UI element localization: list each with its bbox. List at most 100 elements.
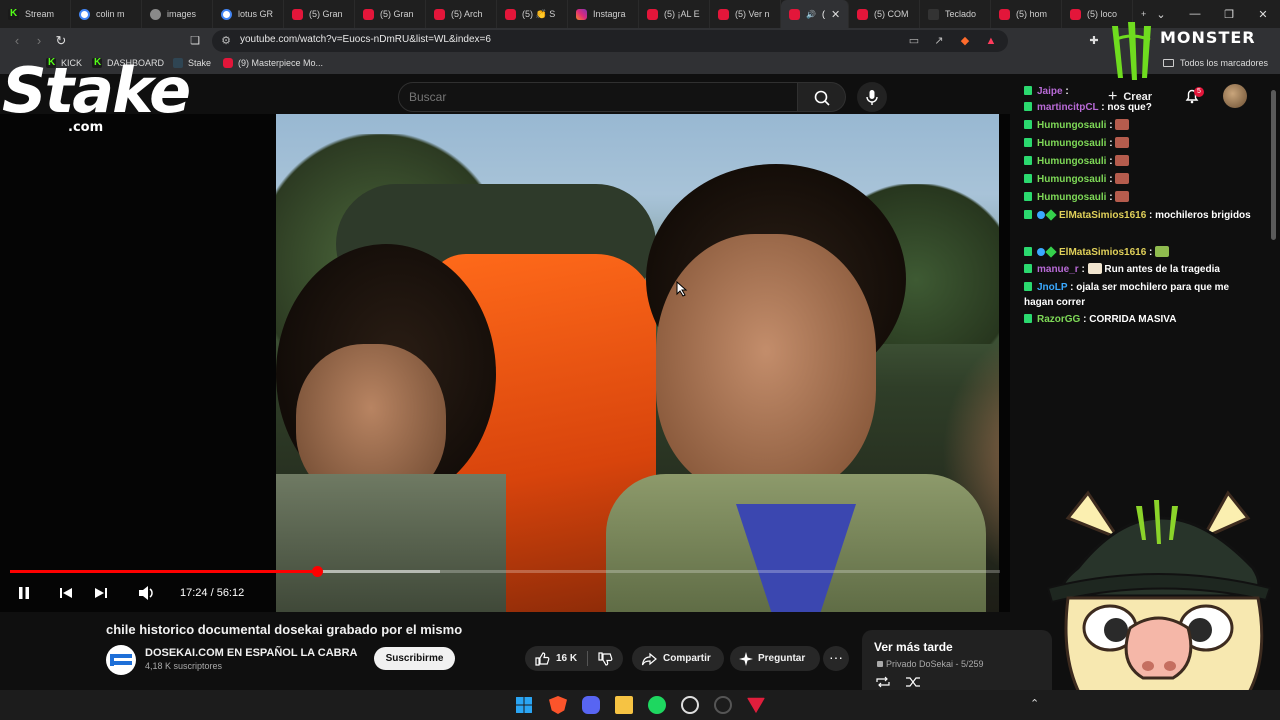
progress-bar[interactable] — [10, 566, 1000, 577]
chat-message: Humungosauli : — [1024, 154, 1256, 169]
browser-tab-label: ( — [821, 9, 825, 19]
app-icon[interactable] — [714, 696, 732, 714]
progress-scrubber[interactable] — [311, 566, 323, 577]
brave-shield-icon[interactable]: ◆ — [959, 35, 971, 47]
ask-button[interactable]: Preguntar — [730, 646, 820, 671]
browser-tab[interactable]: (5) ¡AL E — [639, 0, 710, 28]
youtube-icon — [434, 8, 445, 20]
browser-tab[interactable]: (5) Ver n — [710, 0, 781, 28]
url-text[interactable]: youtube.com/watch?v=Euocs-nDmRU&list=WL&… — [240, 34, 491, 45]
address-bar[interactable]: ⚙ youtube.com/watch?v=Euocs-nDmRU&list=W… — [212, 30, 1008, 52]
site-settings-icon[interactable]: ⚙ — [220, 35, 232, 47]
brave-rewards-icon[interactable]: ▲ — [985, 35, 997, 47]
search-box[interactable] — [398, 82, 798, 112]
chat-username[interactable]: Humungosauli — [1037, 192, 1106, 203]
obs-icon[interactable] — [681, 696, 699, 714]
youtube-icon — [292, 8, 303, 20]
browser-tab[interactable]: (5) Gran — [355, 0, 426, 28]
browser-tab[interactable]: (5) Gran — [284, 0, 355, 28]
search-icon — [814, 90, 830, 106]
loop-icon[interactable] — [875, 676, 891, 688]
youtube-icon — [647, 8, 658, 20]
video-frame[interactable] — [276, 114, 999, 612]
monster-logo-word: MONSTER — [1160, 28, 1256, 47]
browser-tab[interactable]: Instagra — [568, 0, 639, 28]
watch-later-playlist-panel: Ver más tarde Privado DoSekai - 5/259 — [862, 630, 1052, 690]
audio-playing-icon[interactable]: 🔊 — [806, 10, 816, 19]
chat-emote-icon — [1115, 191, 1130, 202]
like-icon[interactable] — [534, 651, 550, 667]
browser-tab[interactable]: (5) Arch — [426, 0, 497, 28]
next-button[interactable] — [92, 584, 110, 602]
channel-name[interactable]: DOSEKAI.COM EN ESPAÑOL LA CABRA — [145, 647, 357, 659]
previous-button[interactable] — [57, 584, 75, 602]
page-scrollbar[interactable] — [1271, 90, 1276, 240]
tray-chevron-icon[interactable]: ⌃ — [1030, 697, 1039, 710]
share-page-icon[interactable]: ↗ — [933, 35, 945, 47]
bookmark-icon[interactable]: ❏ — [186, 32, 204, 50]
pause-button[interactable] — [15, 584, 33, 602]
kick-badge-icon — [1024, 120, 1032, 129]
like-divider — [587, 651, 588, 666]
channel-avatar[interactable] — [106, 645, 136, 675]
chat-separator: : — [1146, 247, 1156, 258]
chat-username[interactable]: RazorGG — [1037, 314, 1080, 325]
forward-button[interactable]: › — [30, 32, 48, 50]
browser-tab[interactable]: images — [142, 0, 213, 28]
chat-username[interactable]: martincitpCL — [1037, 102, 1099, 113]
voice-search-button[interactable] — [857, 82, 887, 112]
discord-icon[interactable] — [582, 696, 600, 714]
valorant-icon[interactable] — [747, 697, 765, 714]
chat-username[interactable]: JnoLP — [1037, 282, 1067, 293]
search-button[interactable] — [798, 82, 846, 112]
share-button[interactable]: Compartir — [632, 646, 724, 671]
browser-tab[interactable]: colin m — [71, 0, 142, 28]
instagram-icon — [576, 8, 587, 20]
browser-tab[interactable]: (5) hom — [991, 0, 1062, 28]
windows-start-icon[interactable] — [515, 696, 533, 714]
more-actions-button[interactable]: ··· — [823, 646, 849, 671]
close-tab-icon[interactable]: ✕ — [831, 8, 840, 21]
chat-username[interactable]: Humungosauli — [1037, 174, 1106, 185]
monster-claw-icon — [1112, 22, 1151, 80]
windows-taskbar: ⌃ — [0, 690, 1280, 720]
spotify-icon[interactable] — [648, 696, 666, 714]
browser-tab[interactable]: lotus GR — [213, 0, 284, 28]
subscribe-button[interactable]: Suscribirme — [374, 647, 455, 670]
chat-username[interactable]: Humungosauli — [1037, 120, 1106, 131]
playlist-title[interactable]: Ver más tarde — [874, 640, 953, 654]
chat-username[interactable]: Humungosauli — [1037, 156, 1106, 167]
chat-username[interactable]: ElMataSimios1616 — [1059, 247, 1146, 258]
dark-icon — [928, 8, 939, 20]
browser-tab[interactable]: (5) COM — [849, 0, 920, 28]
chat-separator: : — [1106, 120, 1116, 131]
share-icon — [641, 652, 657, 666]
playlist-subtitle-text: Privado DoSekai - 5/259 — [886, 659, 984, 669]
chat-username[interactable]: Humungosauli — [1037, 138, 1106, 149]
volume-button[interactable] — [137, 584, 155, 602]
chat-username[interactable]: Jaipe — [1037, 86, 1063, 97]
bookmark-masterpiece[interactable]: (9) Masterpiece Mo... — [223, 58, 323, 68]
video-player[interactable] — [0, 114, 1010, 612]
cast-icon[interactable]: ▭ — [908, 35, 920, 47]
browser-tab[interactable]: Stream — [0, 0, 71, 28]
back-button[interactable]: ‹ — [8, 32, 26, 50]
chat-username[interactable]: manue_r — [1037, 264, 1079, 275]
reload-button[interactable]: ↻ — [52, 32, 70, 50]
browser-tab[interactable]: 🔊 ( ✕ — [781, 0, 849, 28]
shuffle-icon[interactable] — [905, 676, 921, 688]
dislike-icon[interactable] — [597, 651, 613, 667]
kick-badge-icon — [1024, 174, 1032, 183]
chat-message: Humungosauli : — [1024, 190, 1256, 205]
youtube-icon — [363, 8, 374, 20]
chat-separator: : — [1106, 138, 1116, 149]
search-input[interactable] — [409, 90, 769, 104]
browser-tab[interactable]: Teclado — [920, 0, 991, 28]
chat-username[interactable]: ElMataSimios1616 — [1059, 210, 1146, 221]
extensions-icon[interactable]: ✚ — [1085, 32, 1103, 50]
chat-message: JnoLP : ojala ser mochilero para que me … — [1024, 280, 1256, 310]
browser-tab[interactable]: (5) 👏 S — [497, 0, 568, 28]
file-explorer-icon[interactable] — [615, 696, 633, 714]
brave-browser-icon[interactable] — [549, 696, 567, 714]
youtube-icon — [857, 8, 868, 20]
